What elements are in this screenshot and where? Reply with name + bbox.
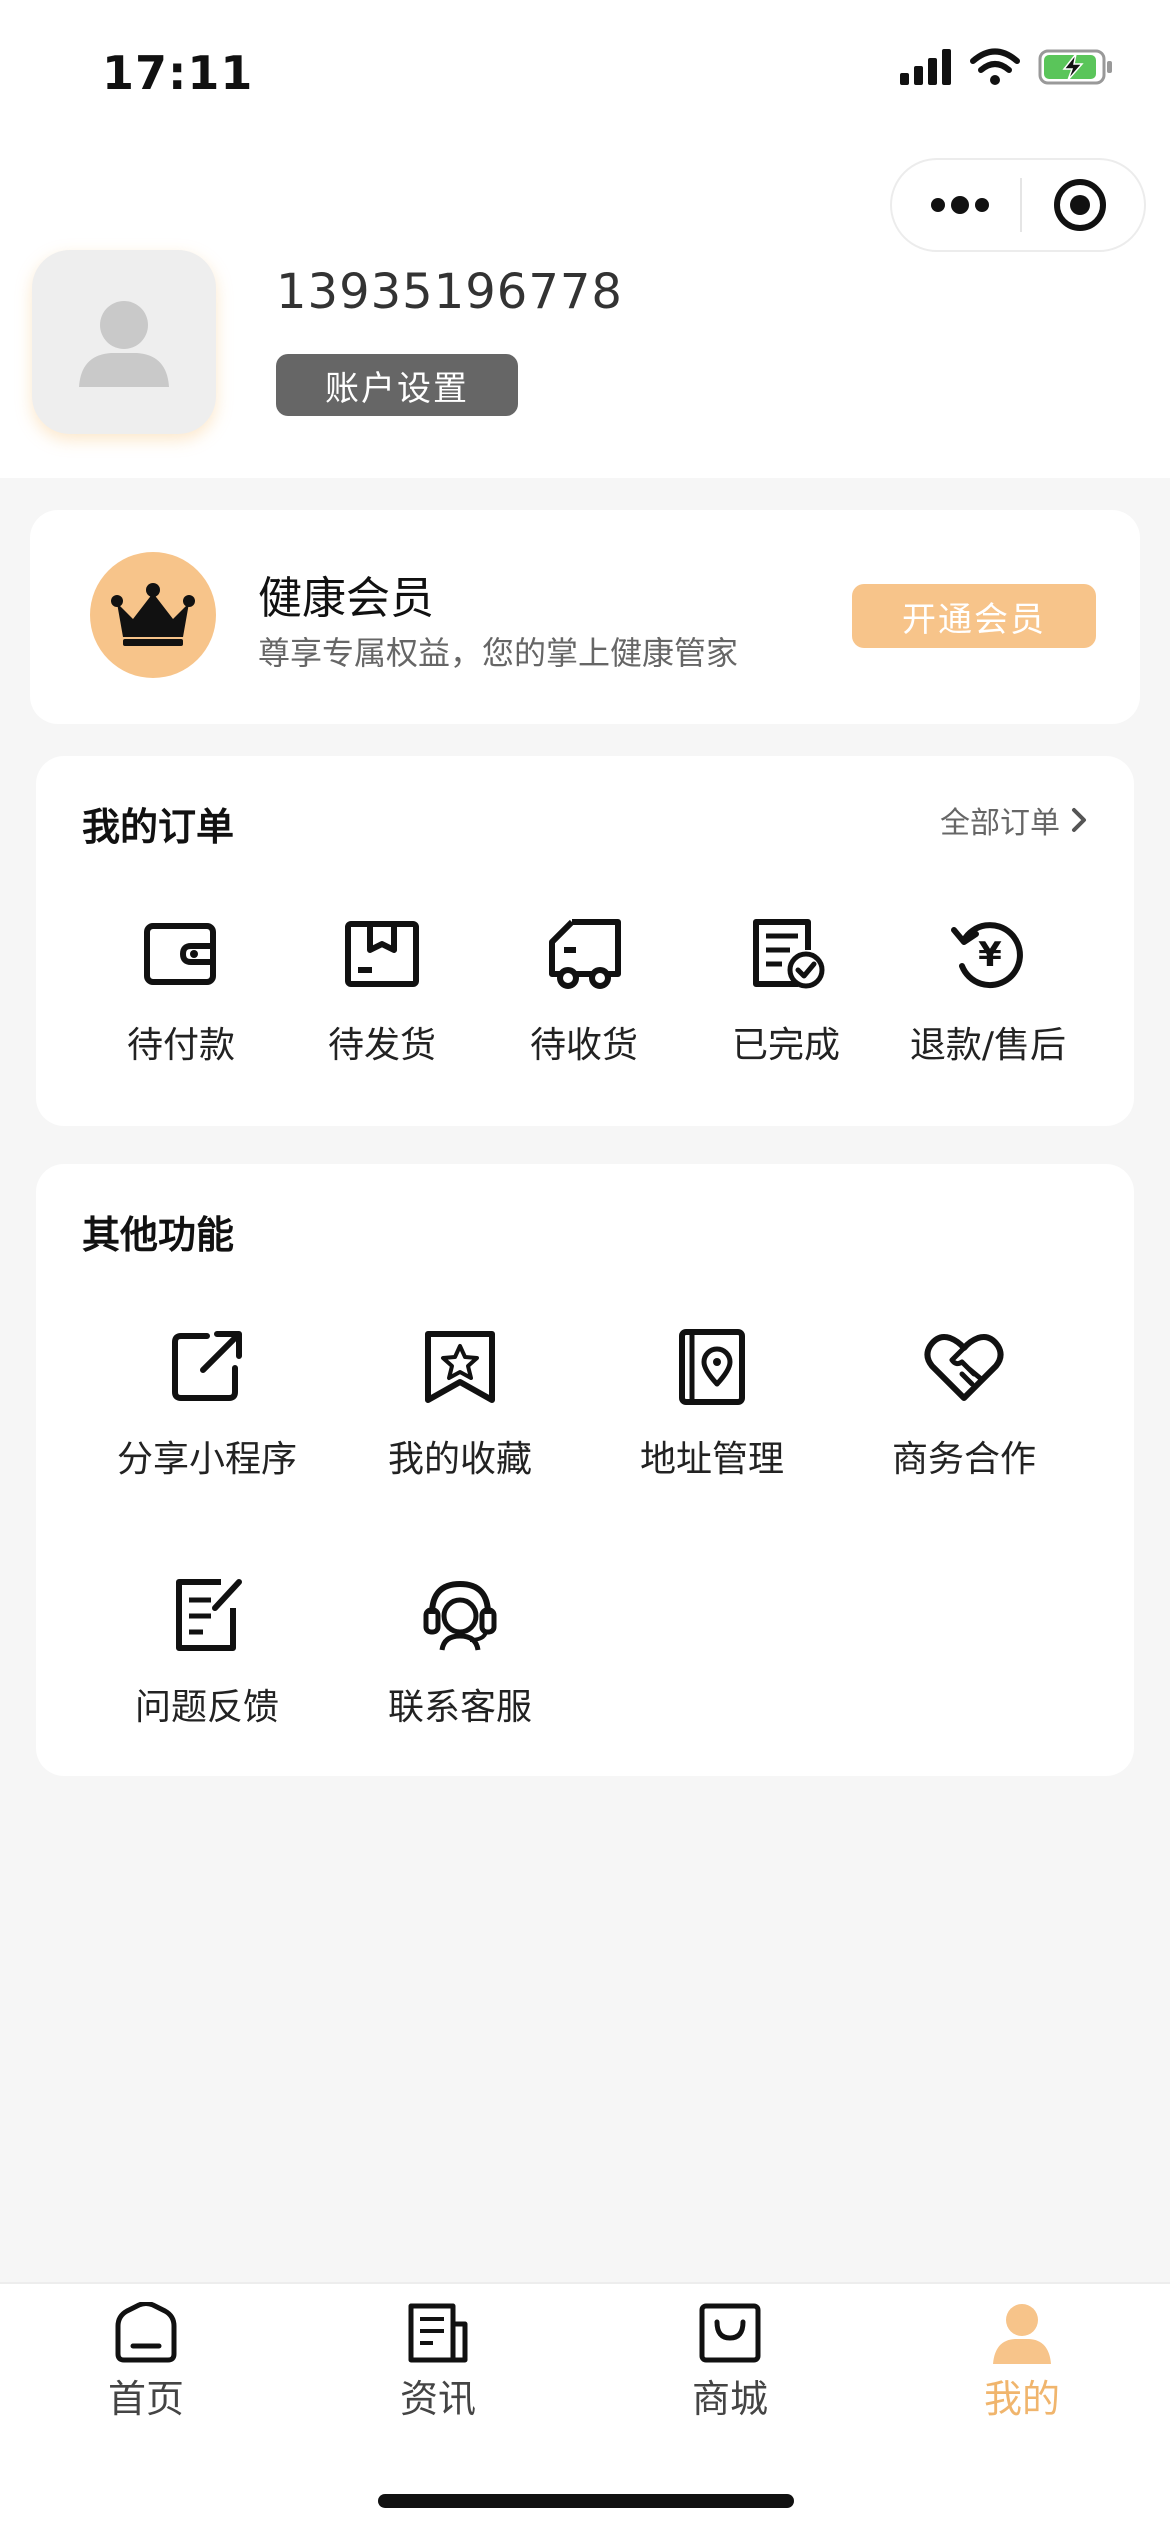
wallet-icon — [144, 923, 216, 985]
function-item-label: 我的收藏 — [387, 1439, 532, 1480]
wifi-icon — [970, 48, 1020, 85]
all-orders-label: 全部订单 — [940, 806, 1060, 841]
close-miniprogram-icon[interactable] — [1052, 177, 1108, 233]
shop-bag-icon — [699, 2303, 761, 2363]
phone-number: 13935196778 — [276, 264, 623, 320]
order-pending-shipment[interactable]: 待发货 — [277, 916, 487, 1068]
order-pending-receipt[interactable]: 待收货 — [479, 916, 689, 1068]
completed-doc-icon — [753, 919, 825, 989]
tab-label: 商城 — [691, 2377, 768, 2421]
favorite-icon — [425, 1331, 495, 1403]
home-indicator — [378, 2494, 794, 2508]
home-icon — [115, 2302, 177, 2363]
function-address[interactable]: 地址管理 — [607, 1326, 817, 1482]
signal-icon — [900, 49, 951, 85]
status-time: 17:11 — [102, 46, 254, 100]
avatar-placeholder-icon — [79, 301, 169, 387]
function-business-cooperation[interactable]: 商务合作 — [859, 1326, 1069, 1482]
function-item-label: 分享小程序 — [116, 1439, 297, 1480]
account-settings-button[interactable]: 账户设置 — [276, 354, 518, 416]
svg-text:¥: ¥ — [978, 935, 1002, 975]
handshake-icon — [924, 1334, 1004, 1401]
tab-home[interactable]: 首页 — [46, 2302, 246, 2423]
all-orders-link[interactable]: 全部订单 — [940, 798, 1088, 842]
function-customer-service[interactable]: 联系客服 — [355, 1574, 565, 1730]
truck-icon — [549, 919, 621, 989]
member-badge — [90, 552, 216, 678]
tab-shop[interactable]: 商城 — [630, 2302, 830, 2423]
member-subtitle: 尊享专属权益，您的掌上健康管家 — [258, 634, 739, 672]
open-membership-button[interactable]: 开通会员 — [852, 584, 1096, 648]
news-icon — [408, 2303, 468, 2363]
function-feedback[interactable]: 问题反馈 — [102, 1574, 312, 1730]
orders-title: 我的订单 — [82, 805, 235, 849]
share-icon — [172, 1331, 242, 1401]
feedback-icon — [176, 1579, 242, 1651]
address-icon — [679, 1329, 745, 1405]
refund-icon: ¥ — [951, 922, 1023, 989]
function-share[interactable]: 分享小程序 — [102, 1326, 312, 1482]
order-refund-aftersale[interactable]: ¥ 退款/售后 — [883, 916, 1093, 1068]
functions-title: 其他功能 — [82, 1213, 235, 1257]
tab-label: 资讯 — [399, 2377, 476, 2421]
customer-service-icon — [423, 1580, 497, 1651]
order-item-label: 已完成 — [731, 1025, 840, 1066]
crown-icon — [111, 583, 195, 646]
function-item-label: 商务合作 — [891, 1439, 1036, 1480]
member-card[interactable]: 健康会员 尊享专属权益，您的掌上健康管家 开通会员 — [30, 510, 1140, 724]
order-item-label: 待收货 — [529, 1025, 638, 1066]
member-title: 健康会员 — [258, 573, 434, 624]
function-item-label: 问题反馈 — [134, 1687, 279, 1728]
tab-label: 首页 — [107, 2377, 184, 2421]
function-item-label: 地址管理 — [639, 1439, 784, 1480]
tab-news[interactable]: 资讯 — [338, 2302, 538, 2423]
order-item-label: 待发货 — [327, 1025, 436, 1066]
avatar[interactable] — [32, 250, 216, 434]
package-icon — [345, 921, 419, 987]
tab-label: 我的 — [983, 2377, 1060, 2421]
more-icon[interactable] — [930, 195, 990, 215]
order-pending-payment[interactable]: 待付款 — [76, 916, 286, 1068]
miniprogram-capsule — [890, 158, 1146, 252]
order-item-label: 待付款 — [126, 1025, 235, 1066]
profile-icon — [993, 2304, 1051, 2364]
battery-charging-icon — [1038, 49, 1112, 85]
order-item-label: 退款/售后 — [909, 1025, 1067, 1066]
function-item-label: 联系客服 — [387, 1687, 532, 1728]
function-favorites[interactable]: 我的收藏 — [355, 1326, 565, 1482]
order-completed[interactable]: 已完成 — [681, 916, 891, 1068]
capsule-divider — [1020, 178, 1022, 232]
chevron-right-icon — [1072, 808, 1086, 832]
status-icons — [900, 48, 1114, 86]
my-orders-card: 我的订单 全部订单 待付款 待发货 待收货 已完成 ¥ 退款/售后 — [36, 756, 1134, 1126]
tab-mine[interactable]: 我的 — [922, 2302, 1122, 2423]
other-functions-card: 其他功能 分享小程序 我的收藏 地址管理 商务合作 问题反馈 联系客服 — [36, 1164, 1134, 1776]
